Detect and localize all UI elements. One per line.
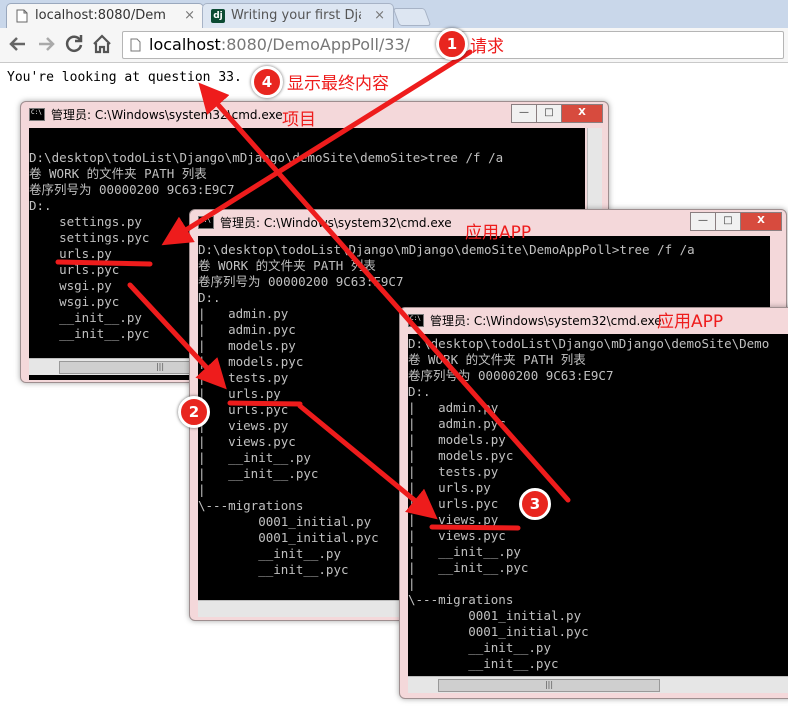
console-line: D:\desktop\todoList\Django\mDjango\demoS…: [198, 242, 695, 257]
console-line: | admin.pyc: [408, 416, 506, 431]
console-line: D:\desktop\todoList\Django\mDjango\demoS…: [29, 150, 504, 165]
console-line: 卷序列号为 00000200 9C63:E9C7: [29, 182, 235, 197]
annotation-label-app: 应用APP: [657, 312, 724, 332]
step-badge-3: 3: [519, 488, 551, 520]
console-line: 0001_initial.pyc: [408, 624, 589, 639]
minimize-button[interactable]: —: [511, 104, 537, 123]
minimize-button[interactable]: —: [690, 212, 716, 231]
console-line: D:\desktop\todoList\Django\mDjango\demoS…: [408, 336, 770, 351]
forward-button[interactable]: [34, 32, 58, 56]
console-line: | views.py: [408, 512, 499, 527]
console-line: D:.: [408, 384, 431, 399]
tab-close-icon[interactable]: ×: [374, 4, 385, 28]
tab-close-icon[interactable]: ×: [184, 4, 195, 28]
step-badge-1: 1: [436, 28, 468, 60]
page-icon: [130, 38, 141, 52]
cmd-window-app-front[interactable]: 管理员: C:\Windows\system32\cmd.exe D:\desk…: [399, 307, 788, 699]
console-line: 卷 WORK 的文件夹 PATH 列表: [29, 166, 207, 181]
home-button[interactable]: [90, 32, 114, 56]
console-line: | urls.pyc: [408, 496, 499, 511]
console-line: | models.py: [408, 432, 506, 447]
tab-django-docs[interactable]: dj Writing your first Djang ×: [202, 3, 394, 29]
console-line: | urls.py: [408, 480, 491, 495]
tab-label: Writing your first Djang: [231, 8, 361, 23]
console-line: 卷序列号为 00000200 9C63:E9C7: [198, 274, 404, 289]
back-arrow-icon: [9, 37, 25, 51]
step-badge-2: 2: [178, 396, 210, 428]
cmd-icon: [29, 108, 45, 121]
step-badge-4: 4: [251, 66, 283, 98]
tab-label: localhost:8080/DemoAp: [35, 8, 165, 23]
console-line: | tests.py: [408, 464, 499, 479]
annotation-label-project: 项目: [282, 110, 316, 130]
window-title: 管理员: C:\Windows\system32\cmd.exe: [430, 314, 662, 328]
cmd-icon: [198, 216, 214, 229]
console-line: 卷 WORK 的文件夹 PATH 列表: [408, 352, 586, 367]
console-line: | __init__.pyc: [408, 560, 529, 575]
console-line: __init__.pyc: [408, 656, 559, 671]
annotation-label-request: 请求: [470, 37, 504, 57]
console-line: | __init__.py: [408, 544, 521, 559]
window-title: 管理员: C:\Windows\system32\cmd.exe: [220, 216, 452, 230]
console-line: | models.pyc: [408, 448, 514, 463]
annotation-label-app: 应用APP: [465, 223, 532, 243]
console-line: 0001_initial.py: [408, 608, 582, 623]
maximize-button[interactable]: □: [715, 212, 741, 231]
console-line: \---migrations: [408, 592, 514, 607]
home-icon: [93, 34, 111, 54]
annotation-label-final-content: 显示最终内容: [287, 74, 389, 94]
reload-icon: [65, 35, 83, 52]
tab-strip: localhost:8080/DemoAp × dj Writing your …: [0, 0, 788, 29]
console-line: D:.: [198, 290, 221, 305]
close-button[interactable]: X: [740, 212, 782, 231]
url-host: localhost: [149, 35, 221, 54]
page-content: You're looking at question 33.: [7, 70, 242, 85]
browser-toolbar: localhost:8080/DemoAppPoll/33/: [0, 28, 788, 63]
tab-localhost[interactable]: localhost:8080/DemoAp ×: [6, 3, 204, 29]
maximize-button[interactable]: □: [536, 104, 562, 123]
console-line: |: [408, 576, 416, 591]
console-line: __init__.py: [408, 640, 551, 655]
url-text[interactable]: localhost:8080/DemoAppPoll/33/: [149, 34, 410, 56]
window-titlebar[interactable]: 管理员: C:\Windows\system32\cmd.exe: [400, 308, 788, 334]
page-icon: [16, 9, 28, 23]
reload-button[interactable]: [62, 32, 86, 56]
horizontal-scrollbar[interactable]: |||: [408, 676, 788, 693]
console-line: | admin.py: [408, 400, 499, 415]
console-line: 卷 WORK 的文件夹 PATH 列表: [198, 258, 376, 273]
cmd-icon: [408, 314, 424, 327]
forward-arrow-icon: [39, 37, 55, 51]
window-title: 管理员: C:\Windows\system32\cmd.exe: [51, 108, 283, 122]
close-button[interactable]: X: [561, 104, 603, 123]
console-line: | views.pyc: [408, 528, 506, 543]
console-line: 卷序列号为 00000200 9C63:E9C7: [408, 368, 614, 383]
new-tab-button[interactable]: [392, 8, 432, 26]
back-button[interactable]: [6, 32, 30, 56]
url-path: :8080/DemoAppPoll/33/: [220, 35, 411, 54]
console-output: D:\desktop\todoList\Django\mDjango\demoS…: [408, 334, 788, 676]
django-icon: dj: [211, 9, 225, 23]
scroll-thumb[interactable]: |||: [438, 679, 660, 692]
